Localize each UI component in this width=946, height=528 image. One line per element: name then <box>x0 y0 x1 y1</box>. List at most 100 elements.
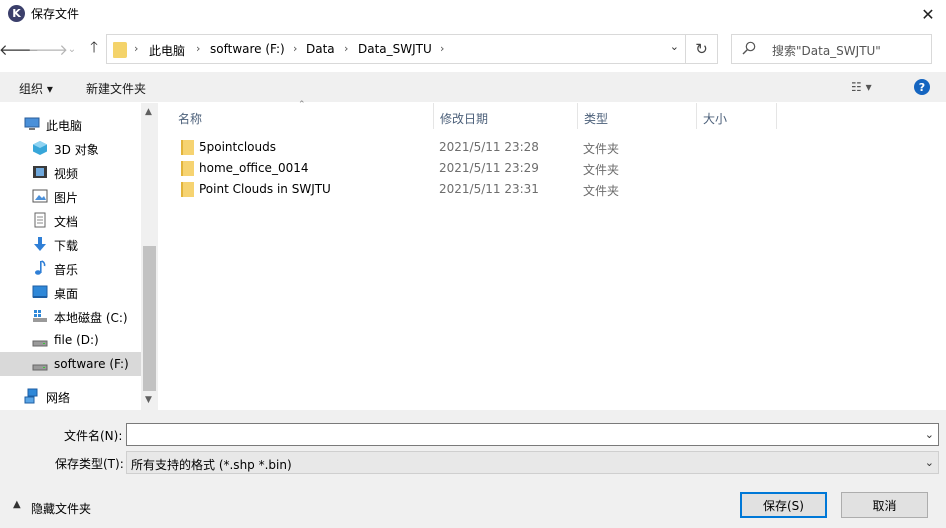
file-name: home_office_0014 <box>199 161 309 175</box>
recent-locations-chevron-icon[interactable]: ⌄ <box>62 38 82 60</box>
nav-label: file (D:) <box>54 333 99 347</box>
filetype-value: 所有支持的格式 (*.shp *.bin) <box>131 458 292 472</box>
close-button[interactable]: ✕ <box>914 2 942 26</box>
column-header-size[interactable]: 大小 <box>697 103 777 129</box>
scroll-thumb[interactable] <box>143 246 156 391</box>
nav-item-documents[interactable]: 文档 <box>0 208 141 232</box>
file-row-point-clouds-in-swjtu[interactable]: Point Clouds in SWJTU 2021/5/11 23:31 文件… <box>176 179 936 200</box>
refresh-button[interactable]: ↻ <box>686 34 718 64</box>
nav-label: software (F:) <box>54 357 129 371</box>
nav-item-desktop[interactable]: 桌面 <box>0 280 141 304</box>
nav-item-software-f[interactable]: software (F:) <box>0 352 141 376</box>
nav-item-local-disk-c[interactable]: 本地磁盘 (C:) <box>0 304 141 328</box>
file-type: 文件夹 <box>583 184 620 198</box>
nav-label: 此电脑 <box>46 119 83 133</box>
picture-icon <box>32 189 48 203</box>
app-icon: K <box>8 5 25 22</box>
nav-item-network[interactable]: 网络 <box>0 384 141 408</box>
help-icon[interactable]: ? <box>914 79 930 95</box>
folder-icon <box>181 161 194 176</box>
breadcrumb-software-f[interactable]: software (F:) <box>210 42 285 56</box>
drive-icon <box>32 340 48 347</box>
file-modified: 2021/5/11 23:31 <box>439 182 539 196</box>
filename-label: 文件名(N): <box>64 429 123 443</box>
column-header-name[interactable]: 名称 <box>172 103 434 129</box>
music-icon <box>35 260 46 275</box>
back-button[interactable]: 🡐 <box>0 38 39 60</box>
nav-item-3d-objects[interactable]: 3D 对象 <box>0 136 141 160</box>
up-button[interactable]: 🡑 <box>84 38 104 60</box>
new-folder-button[interactable]: 新建文件夹 <box>86 80 146 97</box>
breadcrumb-separator: › <box>134 42 139 55</box>
scroll-down-icon[interactable]: ▼ <box>145 395 152 405</box>
breadcrumb-separator: › <box>293 42 298 55</box>
nav-label: 桌面 <box>54 287 79 301</box>
nav-label: 音乐 <box>54 263 79 277</box>
filetype-select[interactable]: 所有支持的格式 (*.shp *.bin) ⌄ <box>126 451 939 474</box>
nav-item-pictures[interactable]: 图片 <box>0 184 141 208</box>
search-input[interactable]: 搜索"Data_SWJTU" <box>772 42 881 59</box>
search-icon <box>742 41 756 55</box>
breadcrumb-separator: › <box>196 42 201 55</box>
nav-label: 图片 <box>54 191 79 205</box>
nav-label: 3D 对象 <box>54 143 99 157</box>
network-icon <box>24 388 38 404</box>
window-title: 保存文件 <box>31 7 80 21</box>
nav-label: 下载 <box>54 239 79 253</box>
hide-folders-toggle[interactable]: 隐藏文件夹 <box>31 500 91 517</box>
file-name: 5pointclouds <box>199 140 276 154</box>
save-options-panel: 文件名(N): ⌄ 保存类型(T): 所有支持的格式 (*.shp *.bin)… <box>0 410 946 528</box>
nav-item-downloads[interactable]: 下载 <box>0 232 141 256</box>
title-bar: K 保存文件 ✕ <box>0 0 946 28</box>
nav-item-music[interactable]: 音乐 <box>0 256 141 280</box>
column-header-type[interactable]: 类型 <box>578 103 697 129</box>
filetype-label: 保存类型(T): <box>55 457 124 471</box>
cancel-button[interactable]: 取消 <box>841 492 928 518</box>
nav-label: 本地磁盘 (C:) <box>54 311 128 325</box>
cube-icon <box>33 141 47 155</box>
drive-icon <box>32 364 48 371</box>
address-bar[interactable]: › 此电脑 › software (F:) › Data › Data_SWJT… <box>106 34 686 64</box>
command-bar: 组织 ▾ 新建文件夹 ☷ ▾ <box>0 72 946 102</box>
nav-label: 视频 <box>54 167 79 181</box>
drive-c-icon <box>33 310 47 322</box>
document-icon <box>34 212 46 228</box>
breadcrumb-this-pc[interactable]: 此电脑 <box>149 42 185 59</box>
file-type: 文件夹 <box>583 142 620 156</box>
nav-item-file-d[interactable]: file (D:) <box>0 328 141 352</box>
desktop-icon <box>32 285 48 298</box>
filename-input[interactable]: ⌄ <box>126 423 939 446</box>
folder-icon <box>181 140 194 155</box>
nav-label: 网络 <box>46 391 71 405</box>
search-box[interactable]: 搜索"Data_SWJTU" <box>731 34 932 64</box>
breadcrumb-separator: › <box>344 42 349 55</box>
navigation-pane: 此电脑 3D 对象 视频 图片 文档 下载 音乐 桌面 本地磁盘 (C:) fi… <box>0 103 158 410</box>
file-row-5pointclouds[interactable]: 5pointclouds 2021/5/11 23:28 文件夹 <box>176 137 936 158</box>
breadcrumb-data-swjtu[interactable]: Data_SWJTU <box>358 42 432 56</box>
forward-button[interactable]: 🡒 <box>28 38 68 60</box>
filetype-dropdown-icon[interactable]: ⌄ <box>925 456 934 469</box>
breadcrumb-separator: › <box>440 42 445 55</box>
breadcrumb-data[interactable]: Data <box>306 42 335 56</box>
file-row-home-office-0014[interactable]: home_office_0014 2021/5/11 23:29 文件夹 <box>176 158 936 179</box>
filename-dropdown-icon[interactable]: ⌄ <box>925 428 934 441</box>
folder-icon <box>113 42 127 58</box>
nav-scrollbar[interactable]: ▲ ▼ <box>141 103 158 410</box>
view-options-icon[interactable]: ☷ ▾ <box>851 80 872 94</box>
download-icon <box>34 237 46 251</box>
chevron-up-icon[interactable]: ▲ <box>13 499 21 510</box>
nav-item-this-pc[interactable]: 此电脑 <box>0 112 141 136</box>
file-type: 文件夹 <box>583 163 620 177</box>
scroll-up-icon[interactable]: ▲ <box>145 107 152 117</box>
computer-icon <box>24 117 40 130</box>
file-modified: 2021/5/11 23:28 <box>439 140 539 154</box>
organize-menu[interactable]: 组织 ▾ <box>19 80 53 97</box>
address-dropdown-icon[interactable]: ⌄ <box>670 40 679 53</box>
file-modified: 2021/5/11 23:29 <box>439 161 539 175</box>
column-header-modified[interactable]: 修改日期 <box>434 103 578 129</box>
nav-label: 文档 <box>54 215 79 229</box>
file-name: Point Clouds in SWJTU <box>199 182 331 196</box>
folder-icon <box>181 182 194 197</box>
save-button[interactable]: 保存(S) <box>740 492 827 518</box>
nav-item-videos[interactable]: 视频 <box>0 160 141 184</box>
